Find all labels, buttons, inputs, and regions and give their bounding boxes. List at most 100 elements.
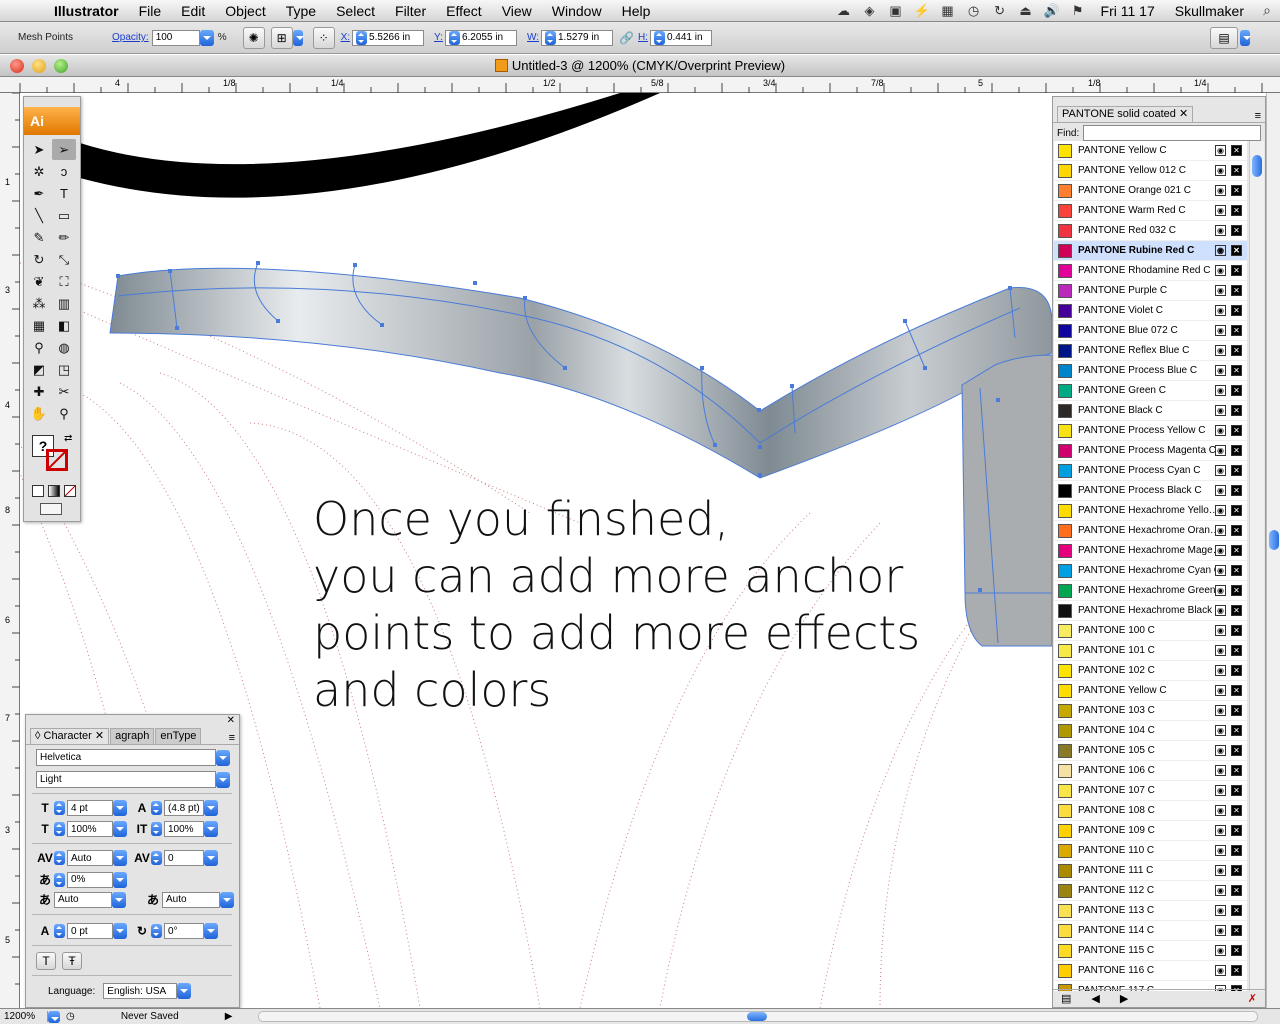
swatch-row[interactable]: PANTONE Process Magenta C ◉ ✕ [1054,441,1247,461]
swatch-row[interactable]: PANTONE 116 C ◉ ✕ [1054,961,1247,981]
swatch-row[interactable]: PANTONE 110 C ◉ ✕ [1054,841,1247,861]
swatch-row[interactable]: PANTONE Blue 072 C ◉ ✕ [1054,321,1247,341]
swatch-row[interactable]: PANTONE Yellow C ◉ ✕ [1054,141,1247,161]
font-family-field[interactable]: Helvetica [36,749,216,766]
gradient-mesh-banner[interactable] [109,267,1052,479]
workspace-menu-icon[interactable]: ▤ [1210,26,1238,49]
menu-clock[interactable]: Fri 11 17 [1091,3,1165,19]
opacity-dropdown[interactable] [199,29,214,46]
vertical-scale-dropdown[interactable] [113,821,127,837]
swatch-row[interactable]: PANTONE 112 C ◉ ✕ [1054,881,1247,901]
character-rotation-input[interactable]: 0° [164,923,204,939]
swatch-row[interactable]: PANTONE Process Black C ◉ ✕ [1054,481,1247,501]
cloud-status-icon[interactable]: ☁ [831,0,857,22]
baseline-shift-dropdown[interactable] [113,923,127,939]
horizontal-scale-stepper[interactable] [151,822,162,836]
paintbrush-tool[interactable]: ✎ [27,227,51,248]
swatch-row[interactable]: PANTONE Rubine Red C ◉ ✕ [1054,241,1247,261]
leading-stepper[interactable] [151,801,162,815]
swatch-row[interactable]: PANTONE 113 C ◉ ✕ [1054,901,1247,921]
swatch-row[interactable]: PANTONE 105 C ◉ ✕ [1054,741,1247,761]
baseline-shift-input[interactable]: 0 pt [67,923,113,939]
y-label[interactable]: Y: [434,32,443,43]
character-rotation-stepper[interactable] [151,924,162,938]
font-style-dropdown[interactable] [216,771,230,788]
zoom-tool[interactable]: ⚲ [52,403,76,424]
swatch-row[interactable]: PANTONE Orange 021 C ◉ ✕ [1054,181,1247,201]
screen-mode-icon[interactable] [40,503,62,515]
time-machine-icon[interactable]: ◷ [961,0,987,22]
tsume-dropdown[interactable] [113,871,127,888]
previous-library-icon[interactable]: ◀ [1091,992,1099,1005]
mesh-tool[interactable]: ▦ [27,315,51,336]
blend-tool[interactable]: ◍ [52,337,76,358]
tab-character[interactable]: ◊ Character ✕ [30,728,110,744]
swatch-row[interactable]: PANTONE 109 C ◉ ✕ [1054,821,1247,841]
horizontal-scale-dropdown[interactable] [204,821,218,837]
language-select[interactable]: English: USA [103,983,178,999]
scissors-tool[interactable]: ✂ [52,381,76,402]
underline-button[interactable]: T [36,952,56,970]
app-menu[interactable]: Illustrator [44,0,129,22]
swatch-row[interactable]: PANTONE Hexachrome Oran… ◉ ✕ [1054,521,1247,541]
ai-logo[interactable]: Ai [24,107,80,135]
zoom-dropdown[interactable] [48,1010,60,1023]
swatch-row[interactable]: PANTONE Rhodamine Red C ◉ ✕ [1054,261,1247,281]
type-tool[interactable]: T [52,183,76,204]
horizontal-ruler[interactable]: 4 1/8 1/4 1/2 5/8 3/4 7/8 5 1/8 1/4 [0,77,1280,93]
leading-input[interactable]: (4.8 pt) [164,800,204,816]
menu-edit[interactable]: Edit [171,0,215,22]
tracking-input[interactable]: 0 [164,850,204,866]
magic-wand-tool[interactable]: ✲ [27,161,51,182]
free-transform-tool[interactable]: ⛶ [52,271,76,292]
kerning-input[interactable]: Auto [67,850,113,866]
volume-icon[interactable]: 🔊 [1039,0,1065,22]
w-label[interactable]: W: [527,32,539,43]
live-paint-selection-tool[interactable]: ◳ [52,359,76,380]
font-size-input[interactable]: 4 pt [67,800,113,816]
swatch-row[interactable]: PANTONE Warm Red C ◉ ✕ [1054,201,1247,221]
horizontal-scale-input[interactable]: 100% [164,821,204,837]
swatch-row[interactable]: PANTONE Green C ◉ ✕ [1054,381,1247,401]
swatch-row[interactable]: PANTONE Hexachrome Black C ◉ ✕ [1054,601,1247,621]
pencil-tool[interactable]: ✏ [52,227,76,248]
swatch-row[interactable]: PANTONE 115 C ◉ ✕ [1054,941,1247,961]
swatch-row[interactable]: PANTONE Hexachrome Mage… ◉ ✕ [1054,541,1247,561]
color-mode-icon[interactable] [32,485,44,497]
gradient-tool[interactable]: ◧ [52,315,76,336]
swatch-row[interactable]: PANTONE Process Blue C ◉ ✕ [1054,361,1247,381]
script-status-icon[interactable]: ▣ [883,0,909,22]
opacity-input[interactable]: 100 [151,29,200,46]
minimize-window-button[interactable] [32,59,46,73]
swatch-row[interactable]: PANTONE 104 C ◉ ✕ [1054,721,1247,741]
close-window-button[interactable] [10,59,24,73]
swatch-row[interactable]: PANTONE Process Cyan C ◉ ✕ [1054,461,1247,481]
font-style-field[interactable]: Light [36,771,216,788]
y-stepper[interactable] [448,30,460,45]
recolor-icon[interactable]: ✺ [242,26,265,49]
swatch-row[interactable]: PANTONE Hexachrome Yello… ◉ ✕ [1054,501,1247,521]
swatch-row[interactable]: PANTONE Violet C ◉ ✕ [1054,301,1247,321]
selection-tool[interactable]: ➤ [27,139,51,160]
aki-left-dropdown[interactable] [112,891,126,908]
pen-tool[interactable]: ✒ [27,183,51,204]
flag-input-icon[interactable]: ⚑ [1065,0,1091,22]
canvas-horizontal-scroll-thumb[interactable] [747,1012,767,1021]
vertical-ruler[interactable]: 1 3 4 8 6 7 3 5 [0,92,20,1008]
workspace-dropdown[interactable] [1240,29,1251,46]
strikethrough-button[interactable]: Ŧ [62,952,82,970]
aki-right-input[interactable]: Auto [162,891,220,908]
vertical-scale-input[interactable]: 100% [67,821,113,837]
panel-close-icon[interactable]: ✕ [227,715,235,726]
bolt-status-icon[interactable]: ⚡ [909,0,935,22]
line-tool[interactable]: ╲ [27,205,51,226]
swatch-row[interactable]: PANTONE Purple C ◉ ✕ [1054,281,1247,301]
symbol-sprayer-tool[interactable]: ⁂ [27,293,51,314]
menu-object[interactable]: Object [215,0,275,22]
w-stepper[interactable] [545,30,556,45]
eyedropper-tool[interactable]: ⚲ [27,337,51,358]
menu-filter[interactable]: Filter [385,0,436,22]
swatch-row[interactable]: PANTONE Reflex Blue C ◉ ✕ [1054,341,1247,361]
swatch-row[interactable]: PANTONE Hexachrome Green C ◉ ✕ [1054,581,1247,601]
tab-paragraph[interactable]: agraph [110,728,155,744]
